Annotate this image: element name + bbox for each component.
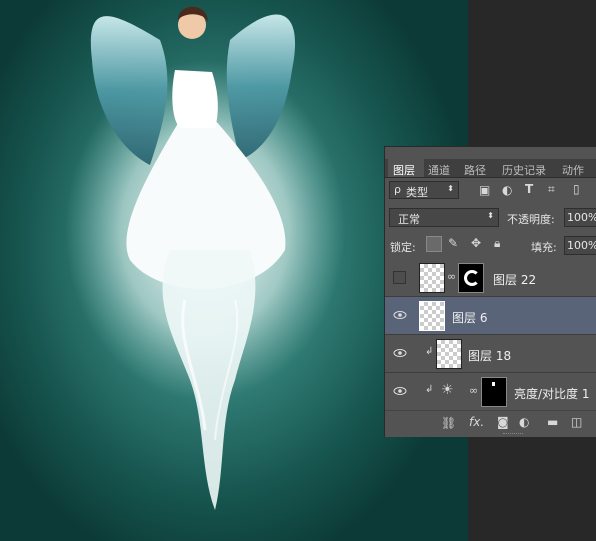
panel-grip[interactable] <box>385 149 596 157</box>
layer-name[interactable]: 亮度/对比度 1 <box>514 385 590 402</box>
link-layers-icon[interactable]: ⛓ <box>441 416 456 430</box>
layer-row-selected[interactable]: 图层 6 <box>385 297 596 335</box>
lock-label: 锁定: <box>390 241 416 254</box>
fill-input[interactable]: 100% <box>564 236 596 255</box>
tab-layers[interactable]: 图层 <box>393 162 415 178</box>
lock-image-pixels-icon[interactable]: ✎ <box>448 236 458 250</box>
lock-all-icon[interactable]: 🔒︎ <box>494 236 500 251</box>
filter-text-icon[interactable]: T <box>525 182 533 196</box>
eye-icon[interactable] <box>393 347 407 359</box>
link-icon[interactable]: ∞ <box>447 270 456 283</box>
clipping-mask-icon: ↲ <box>425 346 434 357</box>
eye-icon[interactable] <box>393 309 407 321</box>
clipping-mask-icon: ↲ <box>425 384 434 395</box>
opacity-label: 不透明度: <box>507 213 555 226</box>
layer-row[interactable]: ↲ 图层 18 <box>385 335 596 373</box>
tab-paths[interactable]: 路径 <box>464 162 486 178</box>
layer-row[interactable]: ∞ 图层 22 <box>385 259 596 297</box>
layer-row[interactable]: ↲ ☀ ∞ 亮度/对比度 1 <box>385 373 596 411</box>
layers-footer-toolbar: ⛓ fx. ◙ ◐ ▬ ◫ <box>385 410 596 437</box>
search-icon: ρ <box>394 183 401 196</box>
filter-smart-object-icon[interactable]: ▯ <box>573 182 580 196</box>
dress-bodice <box>172 70 218 128</box>
lock-transparent-pixels-icon[interactable] <box>426 236 442 252</box>
lock-position-icon[interactable]: ✥ <box>471 236 481 250</box>
eye-icon[interactable] <box>393 385 407 397</box>
panel-tabs: 图层 通道 路径 历史记录 动作 <box>385 159 596 178</box>
filter-pixel-icon[interactable]: ▣ <box>479 183 490 197</box>
link-icon[interactable]: ∞ <box>469 384 478 397</box>
new-adjustment-layer-icon[interactable]: ◐ <box>519 415 529 429</box>
blend-mode-select[interactable]: 正常 ⬍ <box>389 208 499 227</box>
filter-shape-icon[interactable]: ⌗ <box>548 182 555 197</box>
chevron-down-icon: ⬍ <box>447 184 454 193</box>
brightness-contrast-icon: ☀ <box>441 382 454 398</box>
tab-history[interactable]: 历史记录 <box>502 162 546 178</box>
layer-thumbnail <box>436 339 462 369</box>
layer-name[interactable]: 图层 22 <box>493 271 536 288</box>
filter-adjustment-icon[interactable]: ◐ <box>502 183 512 197</box>
layer-name[interactable]: 图层 18 <box>468 347 511 364</box>
layer-mask-thumbnail[interactable] <box>458 263 484 293</box>
new-group-icon[interactable]: ▬ <box>547 415 558 429</box>
layer-thumbnail <box>419 301 445 331</box>
chevron-down-icon: ⬍ <box>487 211 494 220</box>
tab-channels[interactable]: 通道 <box>428 162 450 178</box>
filter-type-label: 类型 <box>406 186 428 199</box>
layer-filter-select[interactable]: ρ 类型 ⬍ <box>389 181 459 199</box>
layer-name[interactable]: 图层 6 <box>452 309 487 326</box>
new-layer-icon[interactable]: ◫ <box>571 415 582 429</box>
tab-actions[interactable]: 动作 <box>562 162 584 178</box>
layers-panel: 图层 通道 路径 历史记录 动作 ρ 类型 ⬍ ▣ ◐ T ⌗ ▯ 正常 ⬍ 不… <box>384 146 596 437</box>
visibility-toggle-off[interactable] <box>393 271 406 284</box>
add-mask-icon[interactable]: ◙ <box>497 415 509 429</box>
fx-button[interactable]: fx. <box>469 415 484 429</box>
fill-label: 填充: <box>531 241 557 254</box>
layer-thumbnail <box>419 263 445 293</box>
layer-mask-thumbnail[interactable] <box>481 377 507 407</box>
blend-mode-value: 正常 <box>398 213 420 226</box>
resize-grip[interactable] <box>503 433 523 436</box>
opacity-input[interactable]: 100% <box>564 208 596 227</box>
